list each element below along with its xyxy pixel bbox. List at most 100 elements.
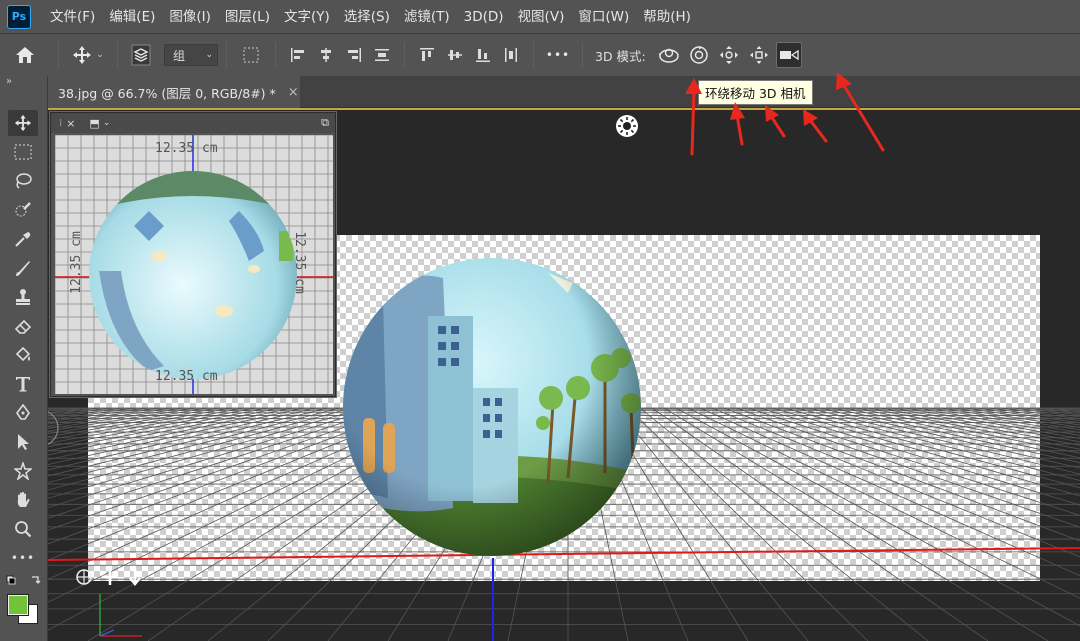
separator — [117, 42, 118, 68]
menu-view[interactable]: 视图(V) — [511, 0, 572, 34]
clone-stamp-tool[interactable] — [8, 284, 38, 310]
type-icon — [16, 377, 30, 392]
zoom-icon — [15, 521, 32, 538]
move-tool[interactable] — [8, 110, 38, 136]
align-left-button[interactable] — [284, 40, 312, 70]
menu-window[interactable]: 窗口(W) — [571, 0, 636, 34]
paint-bucket-icon — [15, 346, 31, 362]
auto-select-target-value: 组 — [173, 48, 186, 63]
menu-type[interactable]: 文字(Y) — [277, 0, 337, 34]
3d-secondary-view[interactable]: ⁞ × ⬒ ⌄ ⧉ 12.35 cm 12.35 cm 12.35 cm 12.… — [50, 112, 336, 397]
menu-edit[interactable]: 编辑(E) — [102, 0, 162, 34]
dimension-bottom: 12.35 cm — [155, 369, 218, 384]
grip-icon[interactable]: ⁞ — [59, 118, 62, 129]
orbit-3d-camera-button[interactable] — [656, 42, 682, 68]
tools-panel: » ••• — [0, 76, 48, 641]
auto-select-target-select[interactable]: 组 ⌄ — [164, 44, 218, 66]
menu-help[interactable]: 帮助(H) — [636, 0, 698, 34]
separator — [58, 42, 59, 68]
3d-sphere-object[interactable] — [343, 258, 641, 556]
show-transform-controls-toggle[interactable] — [235, 40, 267, 70]
align-vertical-center-button[interactable] — [441, 40, 469, 70]
photoshop-logo[interactable]: Ps — [7, 4, 31, 29]
document-tab-title: 38.jpg @ 66.7% (图层 0, RGB/8#) * — [58, 85, 276, 101]
align-top-button[interactable] — [413, 40, 441, 70]
eraser-icon — [14, 319, 32, 334]
distribute-horizontal-button[interactable] — [497, 40, 525, 70]
align-bottom-icon — [476, 49, 490, 62]
custom-shape-tool[interactable] — [8, 458, 38, 484]
zoom-tool[interactable] — [8, 516, 38, 542]
pen-icon — [16, 404, 30, 420]
align-bottom-button[interactable] — [469, 40, 497, 70]
document-tab[interactable]: 38.jpg @ 66.7% (图层 0, RGB/8#) * × — [48, 76, 300, 108]
separator — [533, 42, 534, 68]
eyedropper-tool[interactable] — [8, 226, 38, 252]
secondary-view-sphere — [89, 171, 297, 379]
distribute-vertical-button[interactable] — [368, 40, 396, 70]
menu-3d[interactable]: 3D(D) — [457, 0, 511, 34]
3d-axis-widget[interactable] — [74, 564, 174, 641]
menu-filter[interactable]: 滤镜(T) — [397, 0, 457, 34]
lasso-icon — [16, 173, 32, 189]
auto-select-toggle[interactable] — [126, 40, 156, 70]
menu-file[interactable]: 文件(F) — [43, 0, 102, 34]
quick-selection-tool[interactable] — [8, 197, 38, 223]
path-selection-tool[interactable] — [8, 429, 38, 455]
close-icon[interactable]: × — [66, 117, 75, 130]
shape-icon — [14, 462, 32, 480]
layers-select-icon — [131, 44, 151, 66]
chevron-left-icon[interactable] — [48, 408, 60, 448]
foreground-color-swatch[interactable] — [7, 594, 29, 616]
eraser-tool[interactable] — [8, 313, 38, 339]
home-button[interactable] — [0, 40, 50, 70]
light-source-icon[interactable] — [615, 114, 639, 138]
annotation-arrows — [685, 72, 885, 156]
marquee-tool[interactable] — [8, 139, 38, 165]
transform-controls-icon — [243, 47, 259, 63]
hand-tool[interactable] — [8, 487, 38, 513]
separator — [582, 42, 583, 68]
paint-bucket-tool[interactable] — [8, 342, 38, 368]
chevron-down-icon: ⌄ — [205, 50, 213, 60]
secondary-view-viewport[interactable]: 12.35 cm 12.35 cm 12.35 cm 12.35 cm — [55, 135, 333, 394]
lasso-tool[interactable] — [8, 168, 38, 194]
dimension-left: 12.35 cm — [68, 231, 84, 294]
stamp-icon — [16, 289, 30, 305]
align-horizontal-center-button[interactable] — [312, 40, 340, 70]
align-vcenter-icon — [448, 50, 462, 60]
menu-select[interactable]: 选择(S) — [337, 0, 397, 34]
align-left-icon — [291, 48, 304, 62]
close-icon[interactable]: × — [288, 85, 299, 100]
x-axis-line — [48, 547, 1080, 561]
3d-mode-label: 3D 模式: — [595, 48, 646, 64]
swap-colors-icon[interactable] — [6, 574, 42, 588]
secondary-view-header: ⁞ × ⬒ ⌄ ⧉ — [51, 113, 335, 133]
document-tab-bar: 38.jpg @ 66.7% (图层 0, RGB/8#) * × — [48, 76, 1080, 108]
collapse-panel-icon[interactable]: » — [6, 76, 12, 87]
brush-tool[interactable] — [8, 255, 38, 281]
menu-image[interactable]: 图像(I) — [162, 0, 218, 34]
separator — [275, 42, 276, 68]
move-tool-preset-button[interactable]: ⌄ — [67, 40, 109, 70]
align-hcenter-icon — [321, 48, 331, 62]
swap-view-icon[interactable]: ⧉ — [321, 116, 329, 130]
brush-icon — [16, 261, 30, 276]
edit-toolbar-button[interactable]: ••• — [8, 545, 38, 571]
home-icon — [16, 47, 34, 63]
quick-selection-icon — [15, 202, 31, 217]
dimension-top: 12.35 cm — [155, 141, 218, 156]
move-icon — [73, 46, 92, 64]
type-tool[interactable] — [8, 371, 38, 397]
pen-tool[interactable] — [8, 400, 38, 426]
align-right-button[interactable] — [340, 40, 368, 70]
options-bar: ⌄ 组 ⌄ ••• 3D 模式: — [0, 34, 1080, 76]
move-icon — [14, 114, 32, 132]
chevron-down-icon[interactable]: ⌄ — [103, 118, 111, 128]
more-options-button[interactable]: ••• — [542, 40, 574, 70]
view-select-icon[interactable]: ⬒ — [89, 117, 99, 130]
separator — [404, 42, 405, 68]
orbit-3d-camera-icon — [658, 48, 679, 63]
menu-layer[interactable]: 图层(L) — [218, 0, 277, 34]
chevron-down-icon: ⌄ — [96, 50, 104, 60]
